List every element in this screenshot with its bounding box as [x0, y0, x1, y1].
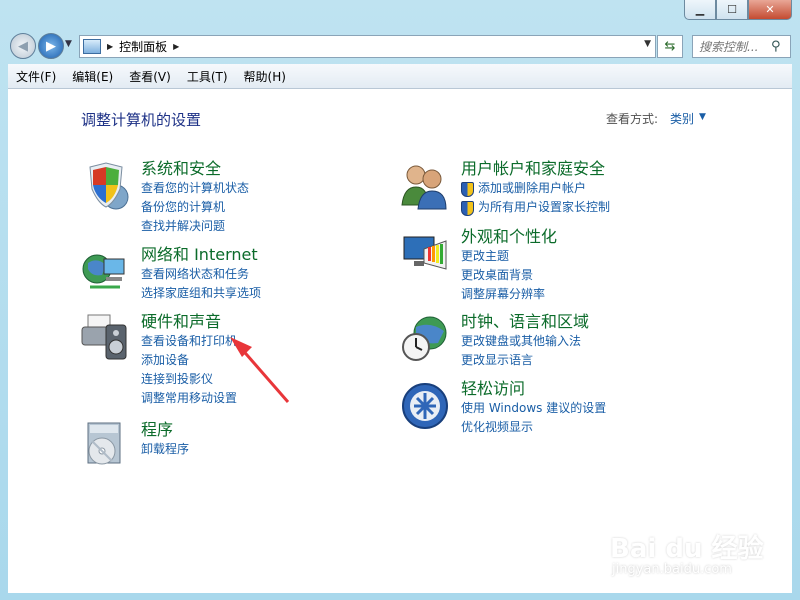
menu-tools[interactable]: 工具(T) [179, 68, 236, 85]
chevron-down-icon[interactable]: ▼ [699, 112, 706, 122]
recent-pages-dropdown[interactable]: ▼ [65, 39, 72, 49]
category-title[interactable]: 网络和 Internet [141, 245, 261, 265]
chevron-right-icon[interactable]: ▶ [107, 42, 113, 51]
link-screen-resolution[interactable]: 调整屏幕分辨率 [461, 285, 557, 304]
category-appearance: 外观和个性化 更改主题 更改桌面背景 调整屏幕分辨率 [461, 227, 557, 304]
link-add-remove-accounts[interactable]: 添加或删除用户帐户 [461, 179, 610, 198]
breadcrumb-control-panel[interactable]: 控制面板 [119, 38, 167, 55]
address-bar[interactable]: ▶ 控制面板 ▶ ▼ [79, 35, 656, 58]
uac-shield-icon [461, 201, 474, 216]
network-globe-icon [82, 254, 125, 289]
link-view-network-status[interactable]: 查看网络状态和任务 [141, 265, 261, 284]
refresh-icon: ⇆ [664, 39, 676, 54]
arrow-left-icon: ◀ [18, 38, 28, 54]
link-label: 为所有用户设置家长控制 [478, 200, 611, 214]
category-user-accounts: 用户帐户和家庭安全 添加或删除用户帐户 为所有用户设置家长控制 [461, 159, 610, 217]
control-panel-icon [83, 39, 101, 54]
page-title: 调整计算机的设置 [81, 111, 202, 129]
uac-shield-icon [461, 182, 474, 197]
watermark-brand: Bai du 经验 [610, 534, 764, 564]
link-homegroup-sharing[interactable]: 选择家庭组和共享选项 [141, 284, 261, 303]
menu-edit[interactable]: 编辑(E) [64, 68, 121, 85]
category-title[interactable]: 轻松访问 [461, 379, 606, 399]
arrow-right-icon: ▶ [46, 38, 56, 54]
category-programs: 程序 卸载程序 [141, 420, 189, 459]
link-add-device[interactable]: 添加设备 [141, 351, 237, 370]
link-keyboard-input[interactable]: 更改键盘或其他输入法 [461, 332, 589, 351]
category-title[interactable]: 时钟、语言和区域 [461, 312, 589, 332]
search-icon[interactable]: ⚲ [771, 39, 781, 54]
clock-globe-icon [402, 316, 447, 361]
menu-file[interactable]: 文件(F) [8, 68, 64, 85]
address-dropdown-icon[interactable]: ▼ [644, 39, 651, 49]
link-backup-computer[interactable]: 备份您的计算机 [141, 198, 249, 217]
link-view-computer-status[interactable]: 查看您的计算机状态 [141, 179, 249, 198]
category-title[interactable]: 用户帐户和家庭安全 [461, 159, 610, 179]
link-label: 添加或删除用户帐户 [478, 181, 587, 195]
shield-icon [89, 162, 129, 210]
link-connect-projector[interactable]: 连接到投影仪 [141, 370, 237, 389]
category-title[interactable]: 外观和个性化 [461, 227, 557, 247]
programs-disc-icon [87, 422, 121, 465]
control-panel-window: ▁ ☐ ✕ ◀ ▶ ▼ ▶ 控制面板 ▶ ▼ ⇆ ⚲ 文件(F) 编辑(E) 查… [0, 0, 800, 600]
forward-button[interactable]: ▶ [38, 33, 64, 59]
link-change-theme[interactable]: 更改主题 [461, 247, 557, 266]
users-icon [401, 165, 447, 210]
category-system-security: 系统和安全 查看您的计算机状态 备份您的计算机 查找并解决问题 [141, 159, 249, 236]
printer-speaker-icon [81, 314, 127, 360]
link-troubleshoot[interactable]: 查找并解决问题 [141, 217, 249, 236]
category-clock-language-region: 时钟、语言和区域 更改键盘或其他输入法 更改显示语言 [461, 312, 589, 370]
back-button[interactable]: ◀ [10, 33, 36, 59]
view-by-dropdown[interactable]: 类别 [670, 110, 694, 127]
link-devices-printers[interactable]: 查看设备和打印机 [141, 332, 237, 351]
category-ease-of-access: 轻松访问 使用 Windows 建议的设置 优化视频显示 [461, 379, 606, 437]
category-network-internet: 网络和 Internet 查看网络状态和任务 选择家庭组和共享选项 [141, 245, 261, 303]
refresh-button[interactable]: ⇆ [657, 35, 683, 58]
menu-bar: 文件(F) 编辑(E) 查看(V) 工具(T) 帮助(H) [8, 64, 792, 89]
view-by-label: 查看方式: [606, 112, 659, 126]
monitor-palette-icon [403, 236, 447, 270]
menu-help[interactable]: 帮助(H) [236, 68, 294, 85]
category-title[interactable]: 硬件和声音 [141, 312, 237, 332]
navigation-bar: ◀ ▶ ▼ ▶ 控制面板 ▶ ▼ ⇆ ⚲ [0, 30, 800, 62]
link-display-language[interactable]: 更改显示语言 [461, 351, 589, 370]
title-bar: ▁ ☐ ✕ [0, 0, 800, 28]
watermark-url: jingyan.baidu.com [612, 562, 732, 577]
category-title[interactable]: 系统和安全 [141, 159, 249, 179]
ease-of-access-icon [402, 383, 448, 429]
content-area: 调整计算机的设置 查看方式: 类别 ▼ 系统和安全 查看您的计算机状态 备份您的… [8, 89, 792, 593]
menu-view[interactable]: 查看(V) [121, 68, 179, 85]
category-hardware-sound: 硬件和声音 查看设备和打印机 添加设备 连接到投影仪 调整常用移动设置 [141, 312, 237, 408]
link-windows-recommended[interactable]: 使用 Windows 建议的设置 [461, 399, 606, 418]
window-controls: ▁ ☐ ✕ [684, 0, 792, 20]
link-desktop-background[interactable]: 更改桌面背景 [461, 266, 557, 285]
maximize-button[interactable]: ☐ [716, 0, 748, 20]
link-parental-controls[interactable]: 为所有用户设置家长控制 [461, 198, 610, 217]
search-box[interactable]: ⚲ [692, 35, 791, 58]
link-uninstall-program[interactable]: 卸载程序 [141, 440, 189, 459]
category-title[interactable]: 程序 [141, 420, 189, 440]
search-input[interactable] [697, 38, 767, 55]
link-mobility-settings[interactable]: 调整常用移动设置 [141, 389, 237, 408]
chevron-right-icon[interactable]: ▶ [173, 42, 179, 51]
baidu-watermark: Bai du 经验 jingyan.baidu.com [600, 500, 764, 590]
close-button[interactable]: ✕ [748, 0, 792, 20]
link-optimize-video[interactable]: 优化视频显示 [461, 418, 606, 437]
minimize-button[interactable]: ▁ [684, 0, 716, 20]
